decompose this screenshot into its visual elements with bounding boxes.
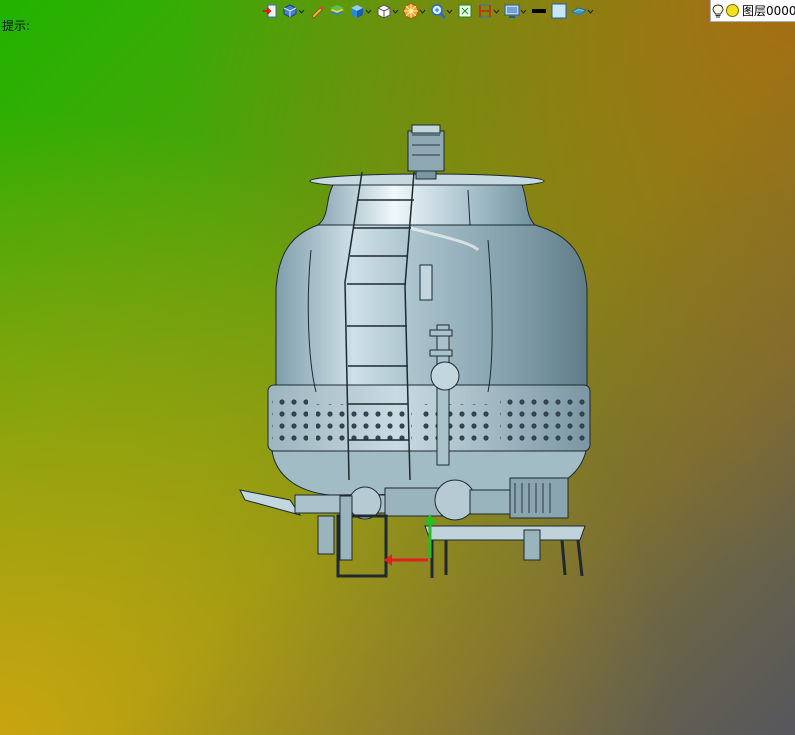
3d-viewport[interactable]: 提示: 图层0000 xyxy=(0,0,795,735)
axis-triad xyxy=(384,514,436,566)
cooling-tower-model[interactable] xyxy=(0,0,795,735)
fan-motor xyxy=(407,124,445,180)
tower-body xyxy=(267,173,591,496)
